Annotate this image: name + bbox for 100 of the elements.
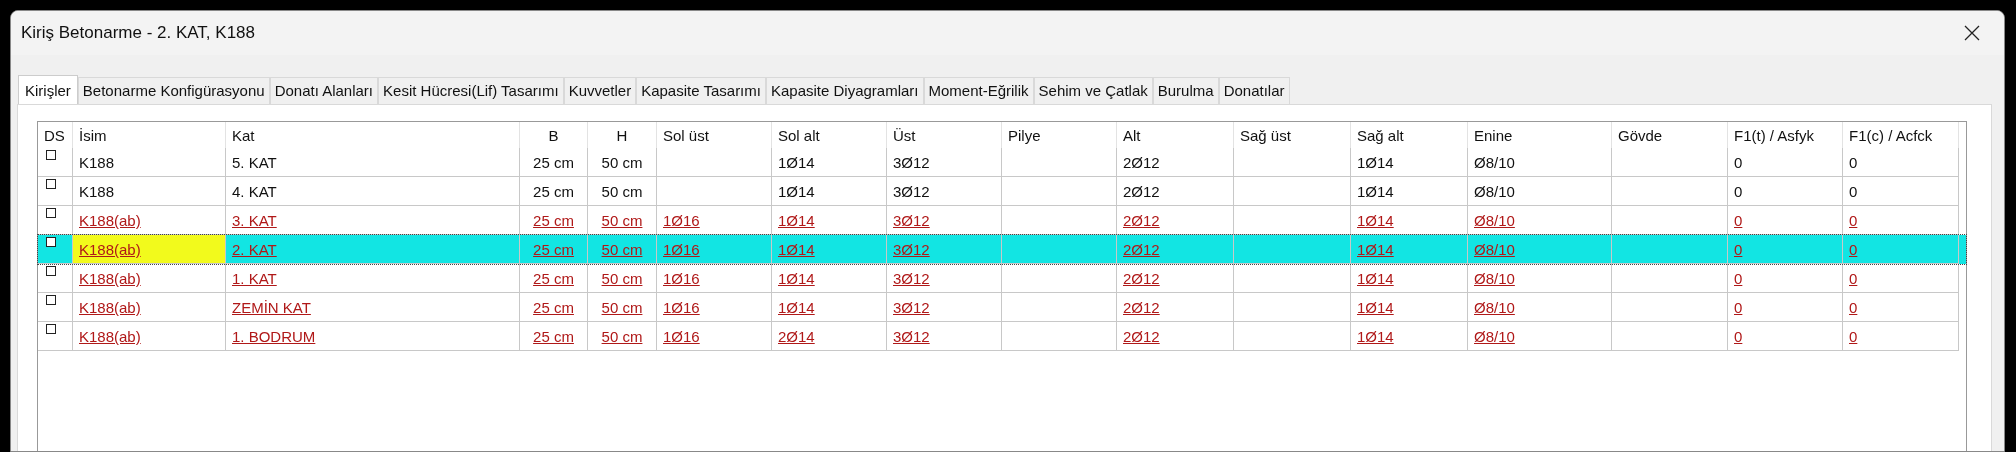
tab[interactable]: Kapasite Tasarımı <box>636 77 766 104</box>
table-row[interactable]: K188(ab) ZEMİN KAT 25 cm 50 cm 1Ø16 1Ø14 3Ø12 2Ø12 1Ø14 Ø8/10 0 0 <box>38 293 1966 322</box>
table-link[interactable]: K188(ab) <box>79 270 141 287</box>
table-link[interactable]: 1Ø14 <box>1357 328 1394 345</box>
table-link[interactable]: 3Ø12 <box>893 241 930 258</box>
column-header[interactable]: Sol alt <box>772 122 887 148</box>
table-link[interactable]: 2Ø12 <box>1123 299 1160 316</box>
column-header[interactable]: Kat <box>226 122 520 148</box>
table-link[interactable]: 50 cm <box>601 328 643 345</box>
table-link[interactable]: 1Ø16 <box>663 328 700 345</box>
tab[interactable]: Kuvvetler <box>563 77 637 104</box>
column-header[interactable]: Pilye <box>1002 122 1117 148</box>
column-header[interactable]: Sağ üst <box>1234 122 1351 148</box>
table-link[interactable]: 3Ø12 <box>893 299 930 316</box>
tab[interactable]: Kirişler <box>18 75 78 104</box>
close-icon[interactable] <box>1964 25 1980 41</box>
selected-row[interactable]: K188(ab) 2. KAT 25 cm 50 cm 1Ø16 1Ø14 3Ø12 2Ø12 1Ø14 Ø8/10 0 0 <box>38 235 1966 264</box>
checkbox[interactable] <box>46 150 56 160</box>
column-header[interactable]: B <box>520 122 588 148</box>
column-header[interactable]: F1(t) / Asfyk <box>1728 122 1843 148</box>
table-link[interactable]: 2Ø12 <box>1123 241 1160 258</box>
table-link[interactable]: 3Ø12 <box>893 270 930 287</box>
table-link[interactable]: 1Ø16 <box>663 270 700 287</box>
table-link[interactable]: 1Ø14 <box>778 299 815 316</box>
table-link[interactable]: 1Ø14 <box>1357 241 1394 258</box>
table-link[interactable]: 25 cm <box>533 328 574 345</box>
table-link[interactable]: 2. KAT <box>232 241 277 258</box>
table-link[interactable]: K188(ab) <box>79 328 141 345</box>
table-row[interactable]: K188(ab) 1. BODRUM 25 cm 50 cm 1Ø16 2Ø14 3Ø12 2Ø12 1Ø14 Ø8/10 0 0 <box>38 322 1966 351</box>
column-header[interactable]: Alt <box>1117 122 1234 148</box>
column-header[interactable]: Sol üst <box>657 122 772 148</box>
checkbox[interactable] <box>46 237 56 247</box>
table-row[interactable]: K188(ab) 1. KAT 25 cm 50 cm 1Ø16 1Ø14 3Ø12 2Ø12 1Ø14 Ø8/10 0 0 <box>38 264 1966 293</box>
table-link[interactable]: Ø8/10 <box>1474 328 1515 345</box>
column-header[interactable]: DS <box>38 122 73 148</box>
table-link[interactable]: 25 cm <box>533 241 574 258</box>
checkbox[interactable] <box>46 324 56 334</box>
table-link[interactable]: Ø8/10 <box>1474 241 1515 258</box>
table-link[interactable]: 1. KAT <box>232 270 277 287</box>
table-link[interactable]: K188(ab) <box>79 299 141 316</box>
table-link[interactable]: 2Ø12 <box>1123 328 1160 345</box>
column-header[interactable]: H <box>588 122 657 148</box>
table-row[interactable]: K188 4. KAT 25 cm 50 cm 1Ø14 3Ø12 2Ø12 1Ø14 Ø8/10 0 0 <box>38 177 1966 206</box>
table-link[interactable]: 0 <box>1849 270 1858 287</box>
column-header[interactable]: Enine <box>1468 122 1612 148</box>
column-header[interactable]: Sağ alt <box>1351 122 1468 148</box>
table-link[interactable]: 50 cm <box>601 212 643 229</box>
table-link[interactable]: 25 cm <box>533 299 574 316</box>
table-link[interactable]: 1Ø16 <box>663 299 700 316</box>
tab[interactable]: Donatılar <box>1218 77 1290 104</box>
table-link[interactable]: 3Ø12 <box>893 212 930 229</box>
table-link[interactable]: 3Ø12 <box>893 328 930 345</box>
table-link[interactable]: 1Ø14 <box>1357 212 1394 229</box>
tab[interactable]: Moment-Eğrilik <box>923 77 1034 104</box>
table-link[interactable]: 1Ø14 <box>778 270 815 287</box>
table-link[interactable]: Ø8/10 <box>1474 212 1515 229</box>
table-link[interactable]: 0 <box>1849 328 1858 345</box>
table-link[interactable]: 0 <box>1849 299 1858 316</box>
table-link[interactable]: 25 cm <box>533 212 574 229</box>
table-link[interactable]: ZEMİN KAT <box>232 299 311 316</box>
table-link[interactable]: 1Ø14 <box>1357 270 1394 287</box>
table-link[interactable]: 2Ø14 <box>778 328 815 345</box>
table-link[interactable]: 0 <box>1849 241 1858 258</box>
table-link[interactable]: 0 <box>1734 212 1743 229</box>
table-link[interactable]: 50 cm <box>601 241 643 258</box>
table-link[interactable]: 0 <box>1734 241 1743 258</box>
tab[interactable]: Donatı Alanları <box>269 77 379 104</box>
table-link[interactable]: 0 <box>1849 212 1858 229</box>
table-link[interactable]: 50 cm <box>601 270 643 287</box>
column-header[interactable]: İsim <box>73 122 226 148</box>
table-link[interactable]: 50 cm <box>601 299 643 316</box>
table-link[interactable]: 1Ø16 <box>663 212 700 229</box>
table-link[interactable]: K188(ab) <box>79 212 141 229</box>
table-link[interactable]: Ø8/10 <box>1474 299 1515 316</box>
tab[interactable]: Kapasite Diyagramları <box>765 77 924 104</box>
checkbox[interactable] <box>46 266 56 276</box>
tab[interactable]: Sehim ve Çatlak <box>1033 77 1153 104</box>
table-link[interactable]: 1Ø14 <box>778 212 815 229</box>
table-link[interactable]: Ø8/10 <box>1474 270 1515 287</box>
table-link[interactable]: 1Ø16 <box>663 241 700 258</box>
column-header[interactable]: F1(c) / Acfck <box>1843 122 1959 148</box>
tab[interactable]: Kesit Hücresi(Lif) Tasarımı <box>378 77 564 104</box>
table-link[interactable]: 1Ø14 <box>778 241 815 258</box>
table-link[interactable]: 1. BODRUM <box>232 328 316 345</box>
table-link[interactable]: 2Ø12 <box>1123 270 1160 287</box>
table-link[interactable]: 0 <box>1734 328 1743 345</box>
tab[interactable]: Burulma <box>1152 77 1219 104</box>
tab[interactable]: Betonarme Konfigürasyonu <box>77 77 270 104</box>
checkbox[interactable] <box>46 295 56 305</box>
column-header[interactable]: Gövde <box>1612 122 1728 148</box>
table-link[interactable]: 1Ø14 <box>1357 299 1394 316</box>
table-link[interactable]: 25 cm <box>533 270 574 287</box>
table-row[interactable]: K188 5. KAT 25 cm 50 cm 1Ø14 3Ø12 2Ø12 1Ø14 Ø8/10 0 0 <box>38 148 1966 177</box>
table-link[interactable]: 2Ø12 <box>1123 212 1160 229</box>
checkbox[interactable] <box>46 208 56 218</box>
table-link[interactable]: 0 <box>1734 270 1743 287</box>
table-link[interactable]: 3. KAT <box>232 212 277 229</box>
table-link[interactable]: 0 <box>1734 299 1743 316</box>
column-header[interactable]: Üst <box>887 122 1002 148</box>
checkbox[interactable] <box>46 179 56 189</box>
